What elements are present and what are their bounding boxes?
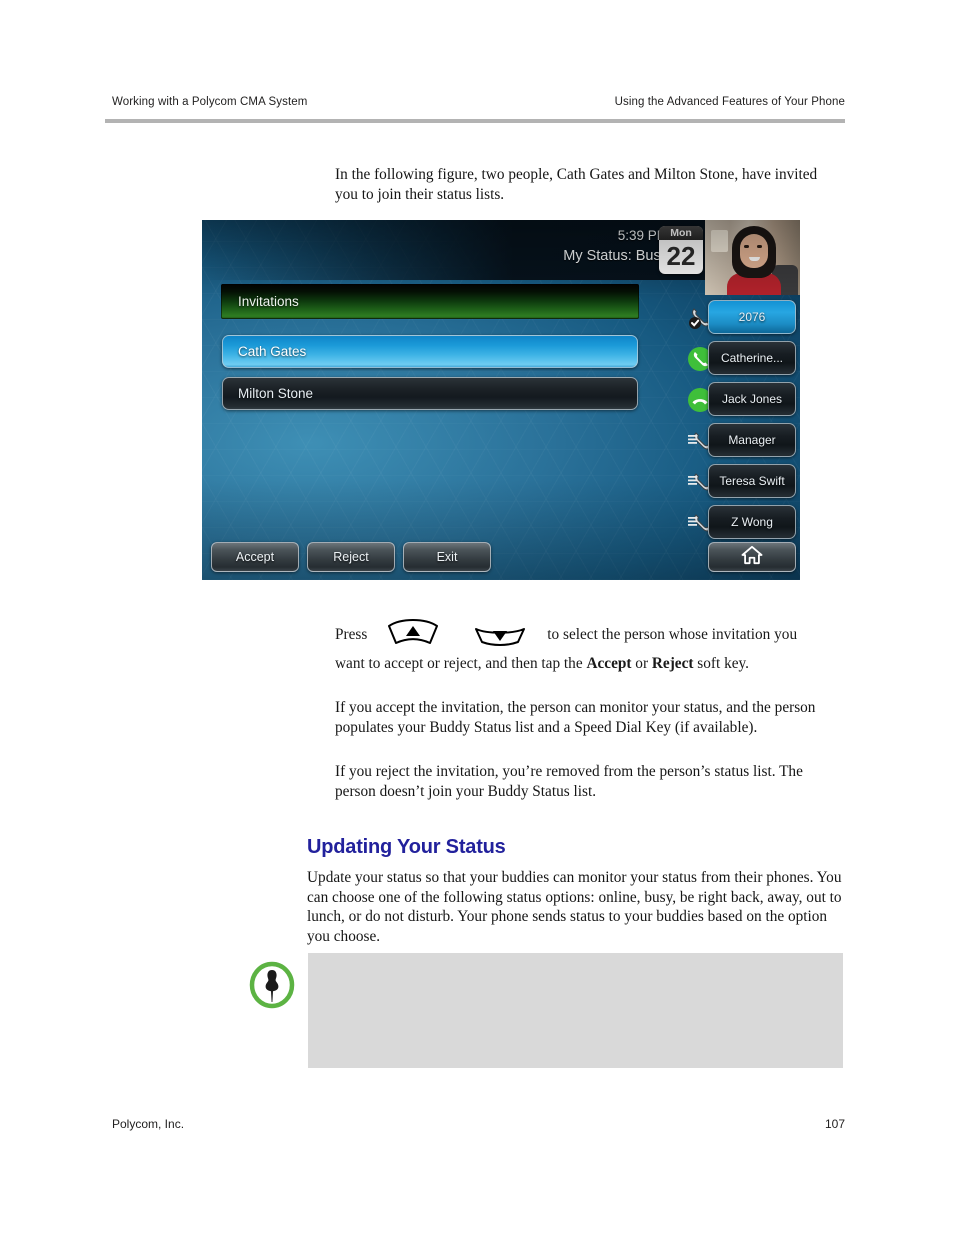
home-key[interactable] xyxy=(708,542,796,572)
phone-status-bar: 5:39 PM My Status: Busy Mon 22 xyxy=(202,220,800,295)
footer-company-name: Polycom, Inc. xyxy=(112,1117,185,1131)
arrow-down-key-icon xyxy=(469,617,531,653)
header-left-text: Working with a Polycom CMA System xyxy=(112,96,308,108)
softkey-exit[interactable]: Exit xyxy=(403,542,491,572)
press-between-text: or xyxy=(631,655,652,672)
softkey-accept[interactable]: Accept xyxy=(211,542,299,572)
press-after-keys-text: to select the person whose invitation yo… xyxy=(547,626,798,644)
speed-dial-key[interactable]: Z Wong xyxy=(708,505,796,539)
self-view-video-avatar xyxy=(705,220,800,295)
softkey-reject[interactable]: Reject xyxy=(307,542,395,572)
speed-dial-key[interactable]: Teresa Swift xyxy=(708,464,796,498)
intro-paragraph: In the following figure, two people, Cat… xyxy=(335,166,818,203)
speed-dial-item[interactable]: Manager xyxy=(684,421,796,462)
press-lead-text: Press xyxy=(335,626,368,644)
speed-dial-key[interactable]: Jack Jones xyxy=(708,382,796,416)
invitations-title-label: Invitations xyxy=(238,294,299,309)
invitation-name: Cath Gates xyxy=(238,344,307,359)
speed-dial-item[interactable]: Teresa Swift xyxy=(684,462,796,503)
reject-explanation-paragraph: If you reject the invitation, you’re rem… xyxy=(335,763,803,800)
press-second-line: want to accept or reject, and then tap t… xyxy=(335,654,850,674)
invitations-title-bar: Invitations xyxy=(221,284,639,319)
status-bar-text: 5:39 PM My Status: Busy xyxy=(563,225,668,267)
accept-explanation-paragraph: If you accept the invitation, the person… xyxy=(335,699,816,736)
phone-screen-figure: 5:39 PM My Status: Busy Mon 22 Invitatio… xyxy=(202,220,800,580)
speed-dial-key[interactable]: Catherine... xyxy=(708,341,796,375)
speed-dial-item[interactable]: Z Wong xyxy=(684,503,796,544)
accept-bold-text: Accept xyxy=(586,655,632,672)
speed-dial-key[interactable]: Manager xyxy=(708,423,796,457)
speed-dial-key[interactable]: 2076 xyxy=(708,300,796,334)
speed-dial-column: 2076 Catherine... Jack Jones Manager Ter… xyxy=(684,298,796,544)
invitation-row[interactable]: Milton Stone xyxy=(222,377,638,410)
page-footer: Polycom, Inc. 107 xyxy=(112,1117,845,1131)
speed-dial-item[interactable]: 2076 xyxy=(684,298,796,339)
press-line2-after: soft key. xyxy=(693,655,749,672)
clock-time: 5:39 PM xyxy=(617,228,668,243)
pushpin-note-icon xyxy=(249,961,295,1009)
speed-dial-item[interactable]: Jack Jones xyxy=(684,380,796,421)
press-line2-before: want to accept or reject, and then tap t… xyxy=(335,655,587,672)
press-instruction: Press to select the person whose invitat… xyxy=(335,619,850,674)
footer-page-number: 107 xyxy=(824,1117,845,1131)
home-icon xyxy=(741,545,763,570)
arrow-up-key-icon xyxy=(383,617,443,653)
my-status-text: My Status: Busy xyxy=(563,248,668,264)
section-body-paragraph: Update your status so that your buddies … xyxy=(307,869,842,946)
note-callout-box xyxy=(308,953,843,1068)
calendar-icon: Mon 22 xyxy=(659,226,703,274)
section-heading-updating-your-status: Updating Your Status xyxy=(307,835,506,858)
calendar-day-number: 22 xyxy=(666,241,696,271)
calendar-weekday: Mon xyxy=(659,226,703,240)
header-divider-rule xyxy=(105,119,845,123)
reject-bold-text: Reject xyxy=(651,655,694,672)
invitation-row-selected[interactable]: Cath Gates xyxy=(222,335,638,368)
header-right-text: Using the Advanced Features of Your Phon… xyxy=(614,96,845,108)
invitation-name: Milton Stone xyxy=(238,386,314,401)
speed-dial-item[interactable]: Catherine... xyxy=(684,339,796,380)
page-header: Working with a Polycom CMA System Using … xyxy=(112,96,845,108)
